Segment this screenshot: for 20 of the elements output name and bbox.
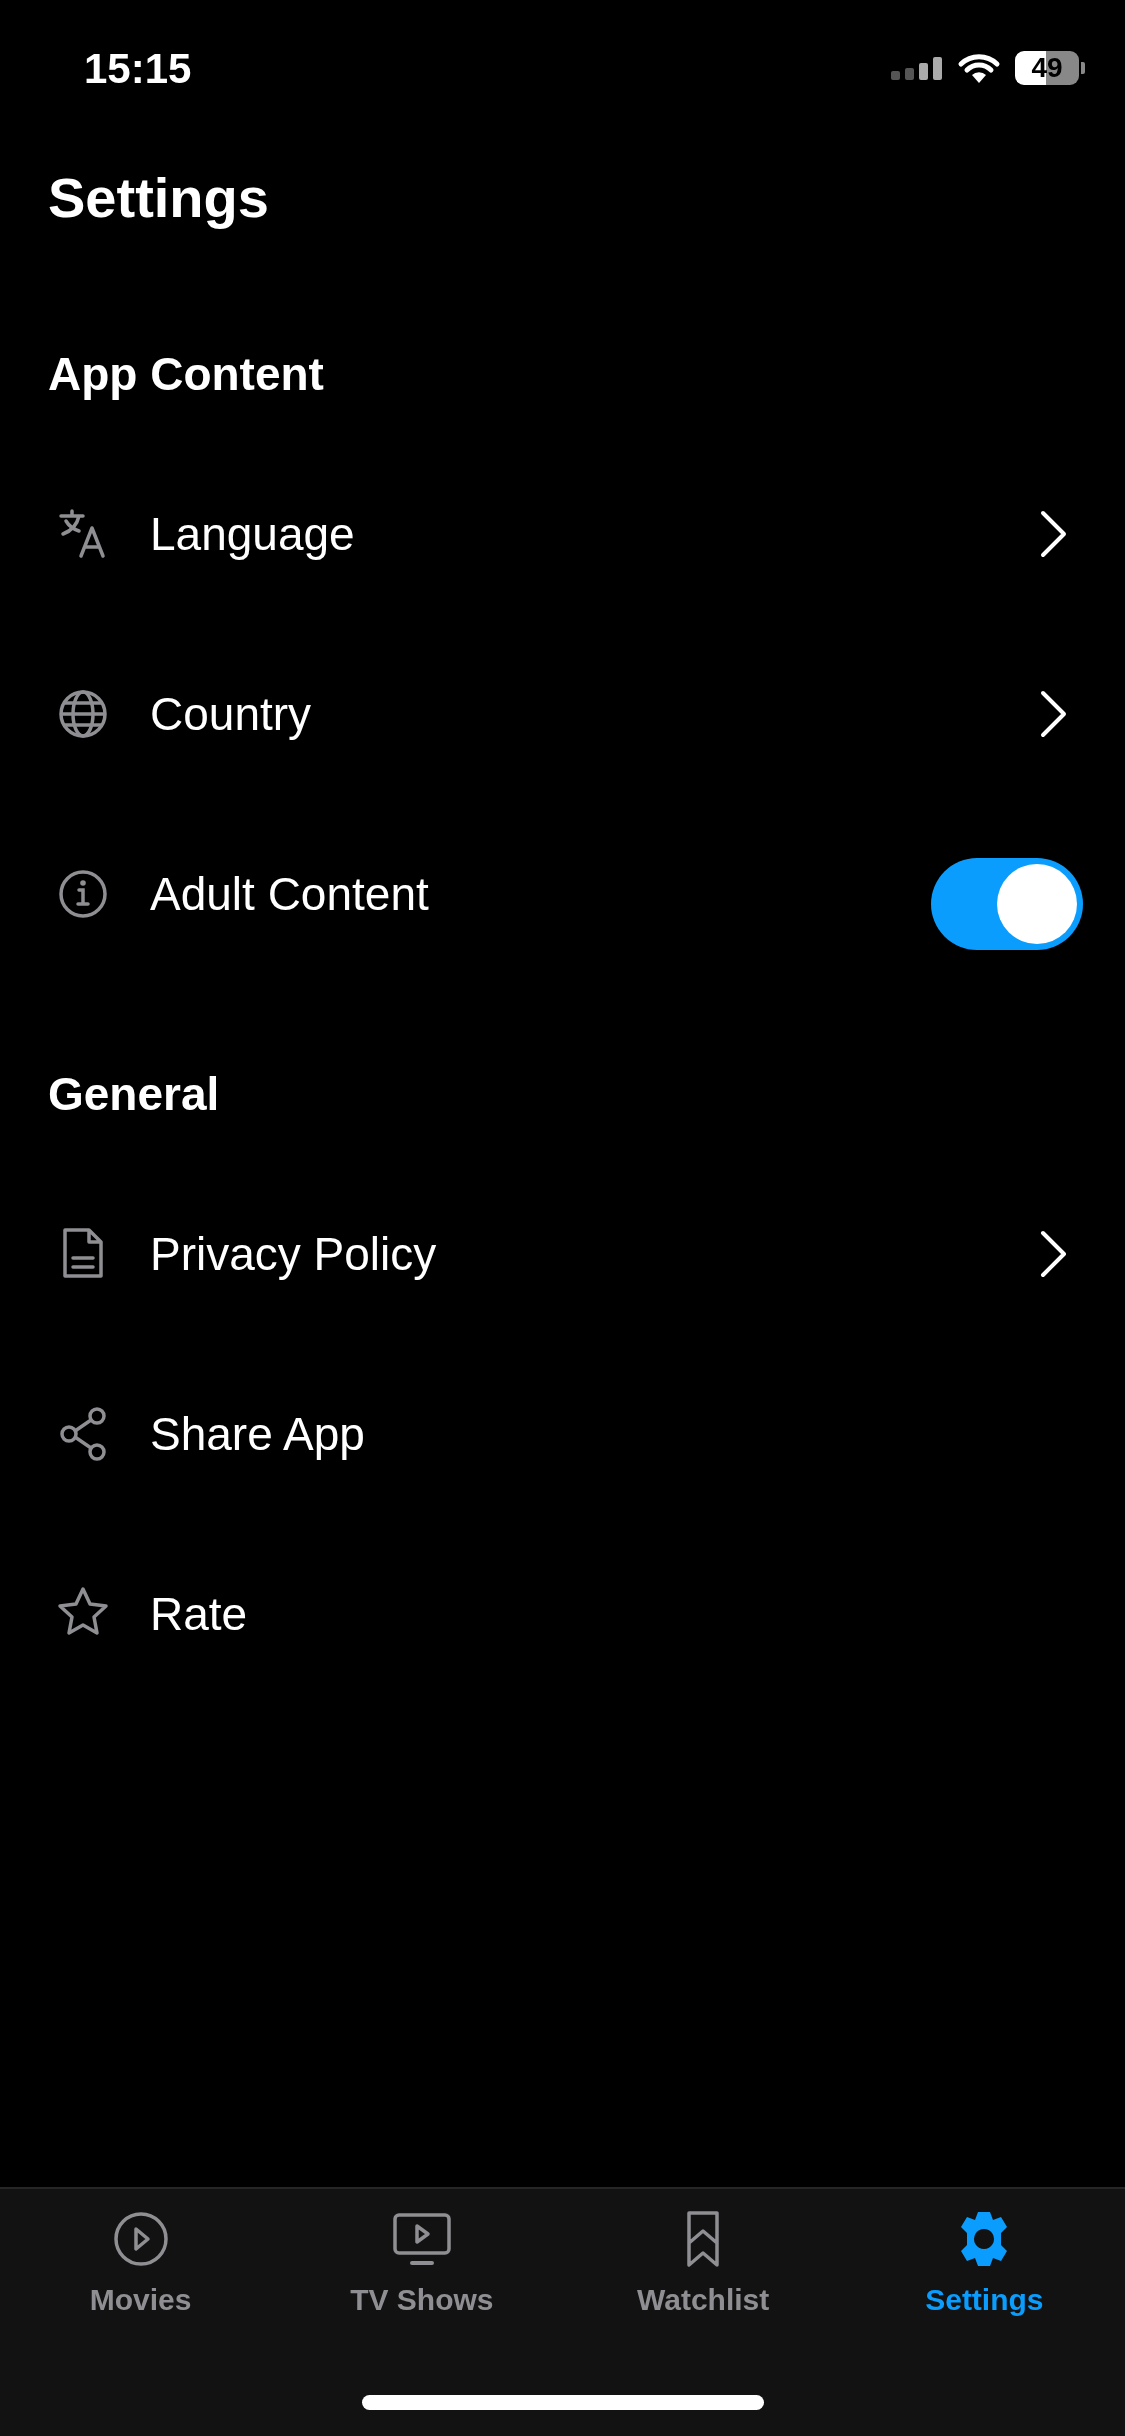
row-label: Language — [150, 506, 356, 562]
row-label: Privacy Policy — [150, 1226, 438, 1282]
settings-row[interactable]: Share App — [0, 1344, 1125, 1524]
tab-item[interactable]: Movies — [0, 2209, 282, 2322]
row-label: Country — [150, 686, 313, 742]
status-time: 15:15 — [84, 43, 192, 94]
section-heading: App Content — [48, 348, 325, 400]
settings-row[interactable]: Privacy Policy — [0, 1164, 1125, 1344]
settings-row[interactable]: Country — [0, 624, 1125, 804]
settings-row[interactable]: Rate — [0, 1524, 1125, 1704]
tab-item[interactable]: Settings — [843, 2209, 1125, 2322]
row-label: Share App — [150, 1406, 366, 1462]
tab-item[interactable]: TV Shows — [281, 2209, 563, 2322]
tab-item[interactable]: Watchlist — [562, 2209, 844, 2322]
settings-row[interactable]: Adult Content — [0, 804, 1125, 984]
section-heading: General — [48, 1068, 221, 1120]
settings-row[interactable]: Language — [0, 444, 1125, 624]
row-label: Adult Content — [150, 866, 430, 922]
page-title: Settings — [48, 166, 270, 230]
row-label: Rate — [150, 1586, 249, 1642]
